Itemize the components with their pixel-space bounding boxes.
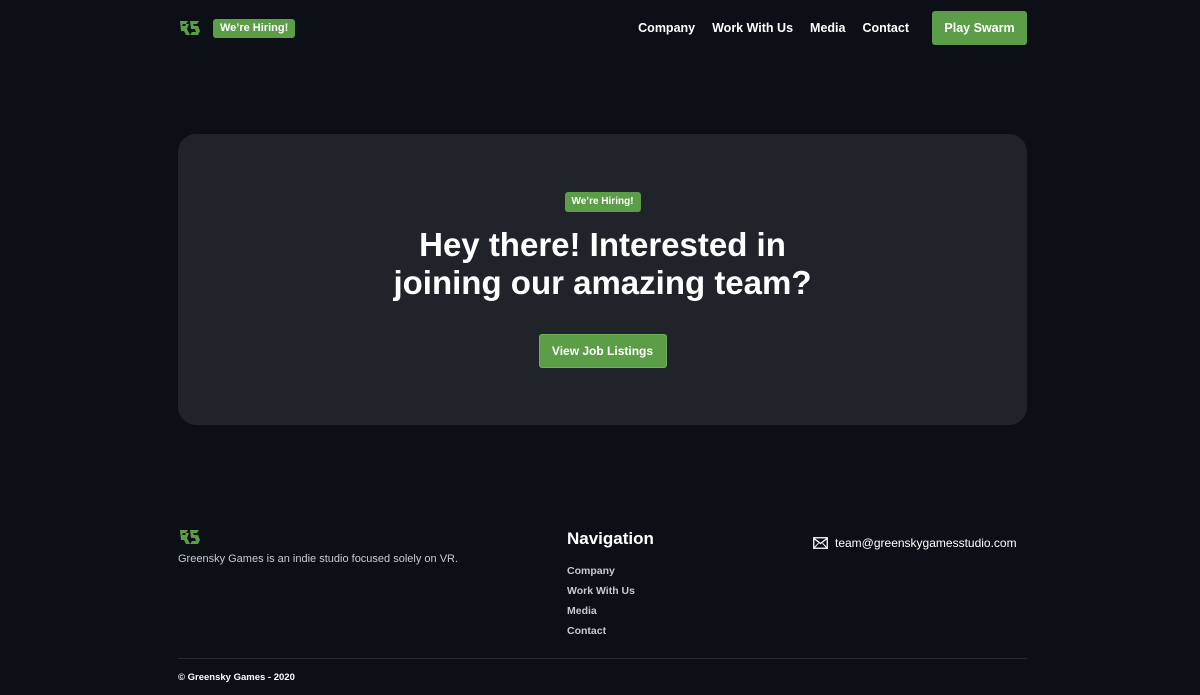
page: We’re Hiring! Company Work With Us Media… xyxy=(0,0,1200,695)
copyright-text: © Greensky Games - 2020 xyxy=(178,672,295,683)
hero-title-line-1: Hey there! Interested in xyxy=(419,226,786,263)
hiring-hero-card: We’re Hiring! Hey there! Interested in j… xyxy=(178,134,1027,425)
hero-title: Hey there! Interested in joining our ama… xyxy=(178,226,1027,302)
main-nav: Company Work With Us Media Contact Play … xyxy=(621,11,1027,45)
site-header: We’re Hiring! Company Work With Us Media… xyxy=(178,11,1027,45)
footer-nav-company[interactable]: Company xyxy=(567,565,635,585)
hero-title-line-2: joining our amazing team? xyxy=(393,264,812,301)
header-left: We’re Hiring! xyxy=(178,18,296,38)
play-swarm-button[interactable]: Play Swarm xyxy=(932,11,1027,45)
footer-nav-list: Company Work With Us Media Contact xyxy=(567,565,635,645)
footer-divider xyxy=(178,658,1027,659)
nav-link-contact[interactable]: Contact xyxy=(862,21,909,35)
hiring-badge[interactable]: We’re Hiring! xyxy=(213,18,296,38)
nav-link-company[interactable]: Company xyxy=(638,21,695,35)
view-job-listings-button[interactable]: View Job Listings xyxy=(538,334,667,368)
footer-nav-media[interactable]: Media xyxy=(567,605,635,625)
mail-icon xyxy=(813,537,828,549)
nav-link-work-with-us[interactable]: Work With Us xyxy=(712,21,793,35)
footer-email-link[interactable]: team@greenskygamesstudio.com xyxy=(813,536,1017,550)
footer-nav-contact[interactable]: Contact xyxy=(567,625,635,645)
footer-greensky-logo-icon[interactable] xyxy=(178,528,201,546)
nav-link-media[interactable]: Media xyxy=(810,21,845,35)
footer-description: Greensky Games is an indie studio focuse… xyxy=(178,553,459,565)
email-address[interactable]: team@greenskygamesstudio.com xyxy=(835,536,1017,550)
footer-nav-title: Navigation xyxy=(567,529,654,548)
greensky-logo-icon[interactable] xyxy=(178,19,201,37)
footer-nav-work-with-us[interactable]: Work With Us xyxy=(567,585,635,605)
hero-hiring-badge: We’re Hiring! xyxy=(564,192,641,212)
